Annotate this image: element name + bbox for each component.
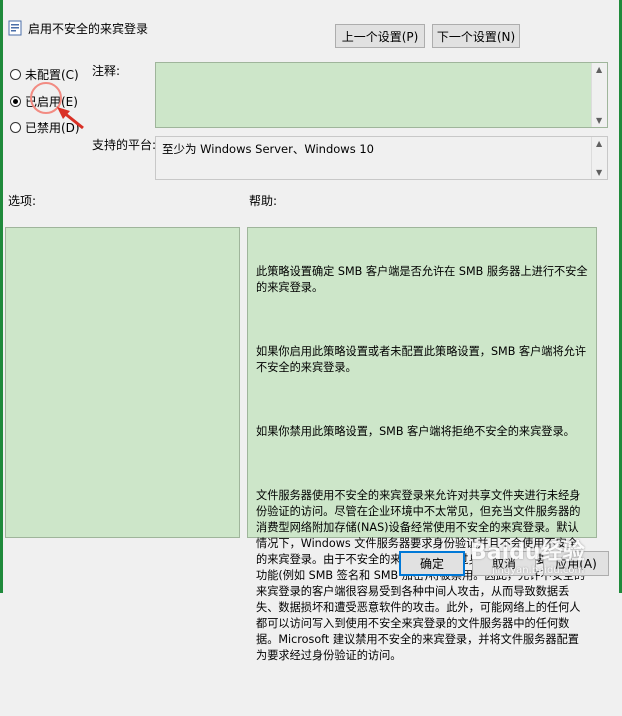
scroll-up-icon[interactable]: ▲ [596, 139, 602, 148]
platform-box: 至少为 Windows Server、Windows 10 ▲ ▼ [155, 136, 608, 180]
platform-scrollbar[interactable]: ▲ ▼ [591, 137, 607, 179]
window-title: 启用不安全的来宾登录 [28, 22, 149, 36]
radio-not-configured-dot [10, 69, 21, 80]
help-label: 帮助: [249, 194, 278, 208]
comment-label: 注释: [92, 64, 121, 78]
window-left-edge [0, 0, 3, 593]
help-text: 此策略设置确定 SMB 客户端是否允许在 SMB 服务器上进行不安全的来宾登录。… [248, 228, 596, 716]
comment-textarea[interactable]: ▲ ▼ [155, 62, 608, 128]
scroll-down-icon[interactable]: ▼ [596, 168, 602, 177]
platform-value: 至少为 Windows Server、Windows 10 [162, 142, 374, 156]
radio-disabled-dot [10, 122, 21, 133]
platform-label: 支持的平台: [92, 138, 157, 152]
ok-button[interactable]: 确定 [399, 551, 465, 576]
prev-setting-button[interactable]: 上一个设置(P) [335, 24, 425, 48]
help-paragraph: 文件服务器使用不安全的来宾登录来允许对共享文件夹进行未经身份验证的访问。尽管在企… [256, 489, 585, 662]
help-panel: 此策略设置确定 SMB 客户端是否允许在 SMB 服务器上进行不安全的来宾登录。… [247, 227, 597, 662]
watermark-text: Baidu经验 [470, 540, 585, 565]
scroll-down-icon[interactable]: ▼ [596, 116, 602, 125]
annotation-highlight-icon [30, 82, 84, 130]
options-panel [5, 227, 240, 538]
help-paragraph: 如果你启用此策略设置或者未配置此策略设置，SMB 客户端将允许不安全的来宾登录。 [256, 345, 587, 374]
radio-enabled-dot [10, 96, 21, 107]
help-paragraph: 如果你禁用此策略设置，SMB 客户端将拒绝不安全的来宾登录。 [256, 425, 575, 438]
next-setting-button[interactable]: 下一个设置(N) [432, 24, 520, 48]
watermark-sub: jingyan.baidu.com [492, 565, 585, 576]
scroll-up-icon[interactable]: ▲ [596, 65, 602, 74]
comment-scrollbar[interactable]: ▲ ▼ [591, 63, 607, 127]
policy-icon [8, 20, 22, 36]
help-paragraph: 此策略设置确定 SMB 客户端是否允许在 SMB 服务器上进行不安全的来宾登录。 [256, 265, 588, 294]
options-label: 选项: [8, 194, 37, 208]
